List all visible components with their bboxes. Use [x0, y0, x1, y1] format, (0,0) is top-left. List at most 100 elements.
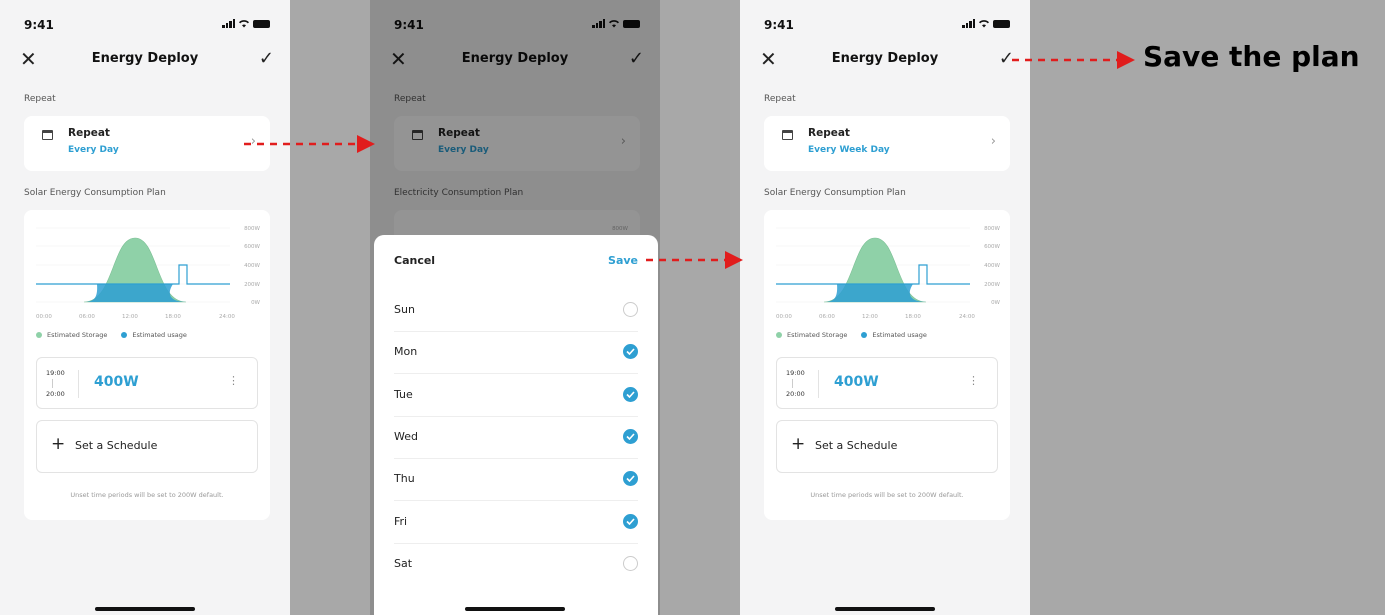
status-time: 9:41 [764, 18, 794, 32]
chevron-right-icon: › [990, 134, 996, 149]
unchecked-circle-icon[interactable] [623, 302, 638, 317]
y-tick: 200W [244, 282, 260, 288]
day-option-tue[interactable]: Tue [394, 374, 638, 417]
checked-circle-icon[interactable] [623, 344, 638, 360]
schedule-item[interactable]: 19:00 20:00 400W ⋮ [776, 357, 998, 409]
repeat-value: Every Day [68, 145, 119, 155]
plus-icon: + [51, 434, 66, 454]
plan-section-label: Solar Energy Consumption Plan [24, 188, 166, 198]
save-check-icon[interactable]: ✓ [259, 48, 274, 70]
page-title: Energy Deploy [831, 51, 939, 66]
day-option-thu[interactable]: Thu [394, 458, 638, 502]
home-indicator [465, 607, 565, 611]
schedule-item[interactable]: 19:00 20:00 400W ⋮ [36, 357, 258, 409]
day-label: Sat [394, 556, 413, 570]
y-tick: 0W [991, 300, 1000, 306]
save-plan-callout: Save the plan [1143, 40, 1360, 73]
checked-circle-icon[interactable] [623, 513, 638, 529]
y-tick: 800W [244, 226, 260, 232]
day-option-mon[interactable]: Mon [394, 331, 638, 375]
y-tick: 600W [244, 244, 260, 250]
set-schedule-label: Set a Schedule [75, 439, 158, 452]
screen-select-days: 9:41 ✕ Energy Deploy ✓ Repeat Repeat Eve… [370, 0, 660, 615]
day-label: Thu [394, 472, 415, 486]
day-option-sat[interactable]: Sat [394, 543, 638, 585]
screen-repeat-every-day: 9:41 ✕ Energy Deploy ✓ Repeat Repeat Eve… [0, 0, 290, 615]
plan-card: 800W 600W 400W 200W 0W 00:00 06:00 12:00… [24, 210, 270, 520]
checked-circle-icon[interactable] [623, 471, 638, 487]
status-icons [962, 19, 1010, 28]
day-label: Fri [394, 514, 408, 528]
status-bar: 9:41 [764, 18, 1010, 34]
save-button[interactable]: Save [608, 254, 638, 267]
arrow-check-to-callout [1012, 51, 1135, 69]
repeat-section-label: Repeat [764, 94, 796, 104]
plan-section-label: Solar Energy Consumption Plan [764, 188, 906, 198]
wifi-icon [979, 20, 989, 28]
cancel-button[interactable]: Cancel [394, 254, 435, 267]
plus-icon: + [791, 434, 806, 454]
screen-repeat-week-day: 9:41 ✕ Energy Deploy ✓ Repeat Repeat Eve… [740, 0, 1030, 615]
set-schedule-button[interactable]: + Set a Schedule [36, 420, 258, 473]
legend-storage-label: Estimated Storage [787, 331, 848, 339]
plan-card: 800W 600W 400W 200W 0W 00:00 06:00 12:00… [764, 210, 1010, 520]
home-indicator [95, 607, 195, 611]
legend-usage: Estimated usage [121, 331, 187, 339]
x-tick: 00:00 [776, 314, 792, 320]
y-tick: 400W [244, 263, 260, 269]
checked-circle-icon[interactable] [623, 386, 638, 402]
legend-storage: Estimated Storage [776, 331, 847, 339]
more-options-icon[interactable]: ⋮ [228, 374, 239, 387]
divider [818, 370, 819, 398]
legend-dot-storage [36, 332, 42, 338]
status-icons [222, 19, 270, 28]
schedule-power: 400W [834, 374, 879, 390]
x-tick: 12:00 [122, 314, 138, 320]
legend-dot-storage [776, 332, 782, 338]
repeat-card[interactable]: Repeat Every Week Day › [764, 116, 1010, 171]
consumption-chart: 800W 600W 400W 200W 0W 00:00 06:00 12:00… [776, 226, 1001, 320]
repeat-section-label: Repeat [24, 94, 56, 104]
chart-legend: Estimated Storage Estimated usage [776, 331, 927, 339]
signal-icon [962, 19, 975, 28]
signal-icon [222, 19, 235, 28]
set-schedule-label: Set a Schedule [815, 439, 898, 452]
y-tick: 400W [984, 263, 1000, 269]
nav-bar: ✕ Energy Deploy ✓ [0, 48, 290, 72]
x-tick: 24:00 [219, 314, 235, 320]
day-label: Wed [394, 429, 418, 443]
wifi-icon [239, 20, 249, 28]
x-tick: 18:00 [905, 314, 921, 320]
legend-dot-usage [121, 332, 128, 338]
repeat-title: Repeat [808, 127, 850, 139]
day-option-fri[interactable]: Fri [394, 501, 638, 544]
legend-usage: Estimated usage [861, 331, 927, 339]
schedule-end: 20:00 [786, 390, 805, 398]
legend-dot-usage [861, 332, 868, 338]
home-indicator [835, 607, 935, 611]
nav-bar: ✕ Energy Deploy ✓ [740, 48, 1030, 72]
day-option-wed[interactable]: Wed [394, 416, 638, 459]
default-footnote: Unset time periods will be set to 200W d… [810, 491, 964, 499]
day-label: Sun [394, 303, 415, 316]
x-tick: 00:00 [36, 314, 52, 320]
y-tick: 200W [984, 282, 1000, 288]
status-time: 9:41 [24, 18, 54, 32]
day-option-sun[interactable]: Sun [394, 289, 638, 332]
repeat-title: Repeat [68, 127, 110, 139]
schedule-start: 19:00 [786, 369, 805, 377]
unchecked-circle-icon[interactable] [623, 555, 638, 571]
calendar-icon [782, 130, 793, 140]
x-tick: 06:00 [79, 314, 95, 320]
default-footnote: Unset time periods will be set to 200W d… [70, 491, 224, 499]
usage-area [824, 284, 926, 302]
set-schedule-button[interactable]: + Set a Schedule [776, 420, 998, 473]
page-title: Energy Deploy [91, 51, 199, 66]
divider [78, 370, 79, 398]
x-tick: 06:00 [819, 314, 835, 320]
repeat-card[interactable]: Repeat Every Day › [24, 116, 270, 171]
time-connector [792, 379, 793, 388]
time-connector [52, 379, 53, 388]
more-options-icon[interactable]: ⋮ [968, 374, 979, 387]
checked-circle-icon[interactable] [623, 428, 638, 444]
